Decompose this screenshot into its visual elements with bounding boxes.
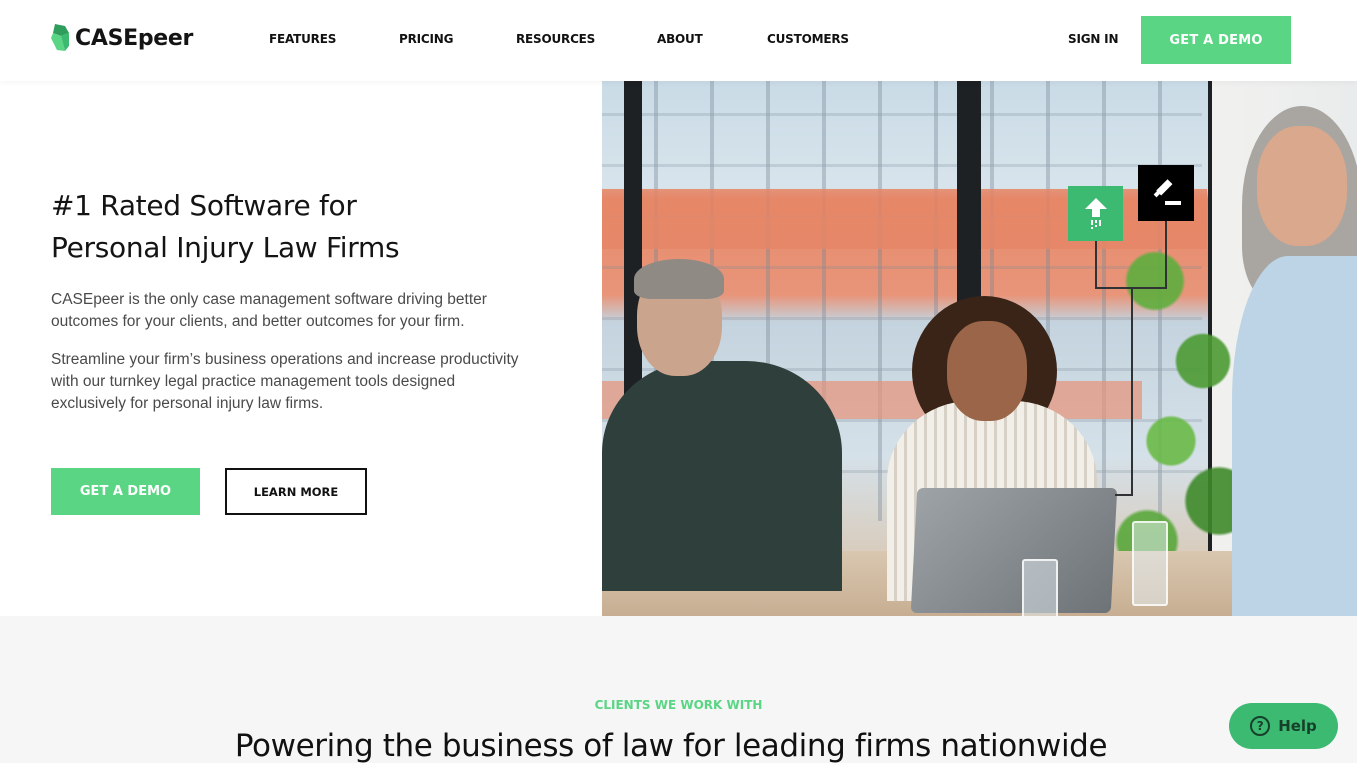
help-label: Help xyxy=(1278,717,1317,735)
logo-icon xyxy=(51,24,69,52)
learn-more-button[interactable]: LEARN MORE xyxy=(225,468,367,515)
gavel-icon xyxy=(1138,165,1194,221)
header-get-demo-button[interactable]: GET A DEMO xyxy=(1141,16,1291,64)
hero-description: CASEpeer is the only case management sof… xyxy=(51,291,487,330)
nav-item-about[interactable]: ABOUT xyxy=(657,32,703,46)
hero-title-line2: Personal Injury Law Firms xyxy=(51,231,400,264)
hero-get-demo-button[interactable]: GET A DEMO xyxy=(51,468,200,515)
question-circle-icon: ? xyxy=(1250,716,1271,736)
presenter-figure xyxy=(1232,256,1357,616)
connector-line xyxy=(1115,494,1133,496)
help-button[interactable]: ? Help xyxy=(1229,703,1338,749)
logo-link[interactable]: CASEpeer xyxy=(51,24,193,52)
clients-section: CLIENTS WE WORK WITH Powering the busine… xyxy=(0,616,1357,764)
hero-content: #1 Rated Software for Personal Injury La… xyxy=(51,185,521,415)
man-figure xyxy=(602,361,842,591)
hero-title: #1 Rated Software for Personal Injury La… xyxy=(51,185,521,269)
woman-head xyxy=(947,321,1027,421)
nav-item-resources[interactable]: RESOURCES xyxy=(516,32,595,46)
water-glass xyxy=(1022,559,1058,616)
hero-image xyxy=(602,81,1357,616)
nav-item-features[interactable]: FEATURES xyxy=(269,32,336,46)
upload-arrow-icon xyxy=(1068,186,1123,241)
nav-item-customers[interactable]: CUSTOMERS xyxy=(767,32,849,46)
sign-in-link[interactable]: SIGN IN xyxy=(1068,32,1118,46)
man-hair xyxy=(634,259,724,299)
clients-eyebrow: CLIENTS WE WORK WITH xyxy=(594,698,763,712)
presenter-head xyxy=(1257,126,1347,246)
connector-line xyxy=(1165,220,1167,288)
connector-line xyxy=(1095,240,1097,288)
logo-text: CASEpeer xyxy=(75,25,194,51)
connector-line xyxy=(1131,288,1133,496)
hero-description-secondary: Streamline your firm’s business operatio… xyxy=(51,351,519,412)
hero-title-line1: #1 Rated Software for xyxy=(51,189,357,222)
site-header: CASEpeer FEATURES PRICING RESOURCES ABOU… xyxy=(0,0,1357,81)
laptop xyxy=(910,488,1118,613)
clients-title: Powering the business of law for leading… xyxy=(234,728,1108,764)
nav-item-pricing[interactable]: PRICING xyxy=(399,32,453,46)
water-glass xyxy=(1132,521,1168,606)
